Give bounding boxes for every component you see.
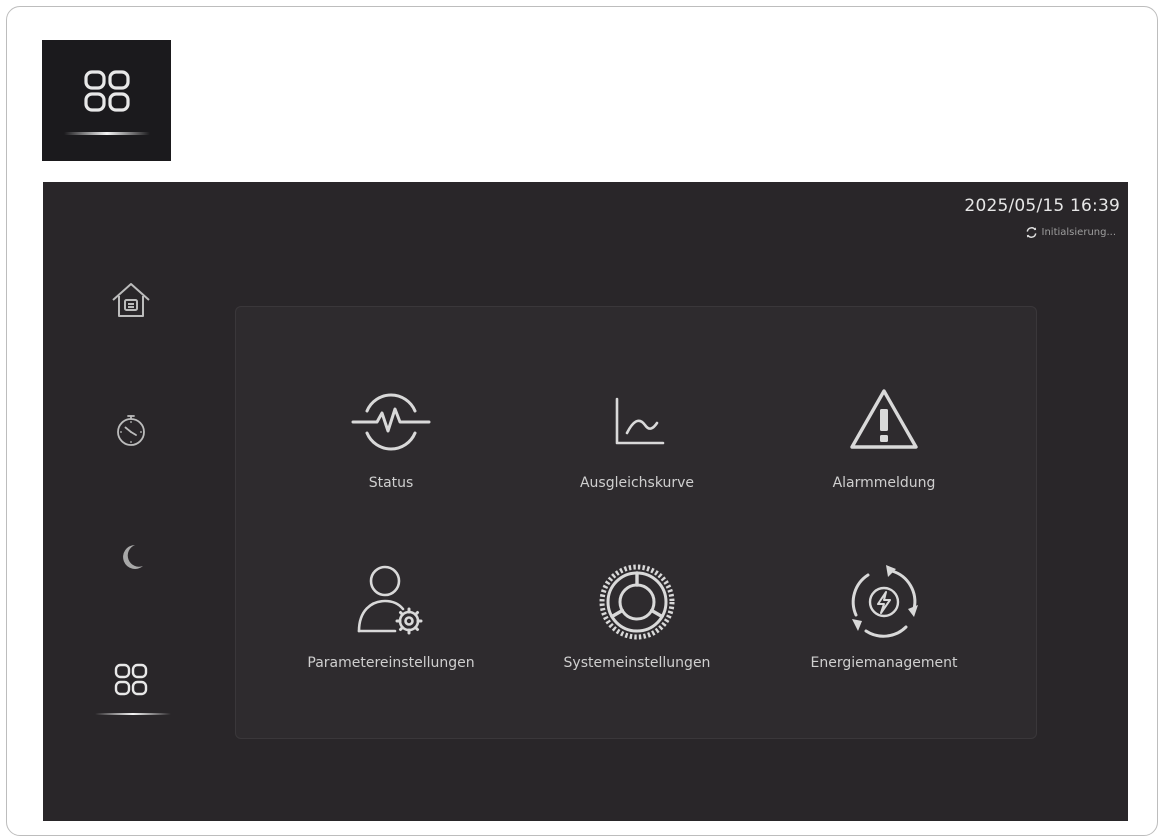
tile-alarmmeldung[interactable]: Alarmmeldung (774, 377, 994, 517)
active-indicator (95, 713, 171, 715)
tile-label: Alarmmeldung (832, 475, 936, 491)
moon-icon (123, 545, 143, 569)
home-icon (112, 283, 150, 317)
status-pulse-icon (351, 393, 431, 451)
sync-status: Initialsierung... (1025, 226, 1116, 239)
alarm-warning-icon (850, 389, 918, 449)
sidebar-item-night-mode[interactable] (101, 527, 161, 587)
user-settings-icon (357, 565, 423, 635)
refresh-icon (1026, 227, 1036, 238)
tile-status[interactable]: Status (281, 377, 501, 517)
tile-label: Ausgleichskurve (579, 475, 695, 491)
tile-parametereinstellungen[interactable]: Parametereinstellungen (281, 557, 501, 697)
sidebar-item-timer[interactable] (101, 400, 161, 460)
system-gear-icon (599, 564, 675, 640)
curve-chart-icon (615, 397, 665, 445)
tile-label: Status (368, 475, 414, 491)
energy-cycle-icon (851, 565, 918, 638)
timer-icon (117, 415, 145, 446)
tile-label: Parametereinstellungen (307, 655, 475, 671)
sidebar-item-home[interactable] (101, 270, 161, 330)
tile-label: Systemeinstellungen (563, 655, 711, 671)
active-indicator (64, 132, 150, 135)
tile-energiemanagement[interactable]: Energiemanagement (774, 557, 994, 697)
tile-ausgleichskurve[interactable]: Ausgleichskurve (527, 377, 747, 517)
menu-grid-icon (114, 663, 148, 696)
datetime-display: 2025/05/15 16:39 (964, 196, 1120, 216)
tile-label: Energiemanagement (810, 655, 958, 671)
sync-status-text: Initialsierung... (1041, 227, 1116, 238)
tile-systemeinstellungen[interactable]: Systemeinstellungen (527, 557, 747, 697)
device-screen: 2025/05/15 16:39 Initialsierung... Statu… (43, 182, 1128, 821)
menu-grid-icon (84, 70, 130, 112)
main-menu-panel: Status Ausgleichskurve Alarmmeldung Para… (235, 306, 1037, 739)
menu-icon-preview (42, 40, 171, 161)
sidebar-item-menu[interactable] (101, 650, 161, 710)
